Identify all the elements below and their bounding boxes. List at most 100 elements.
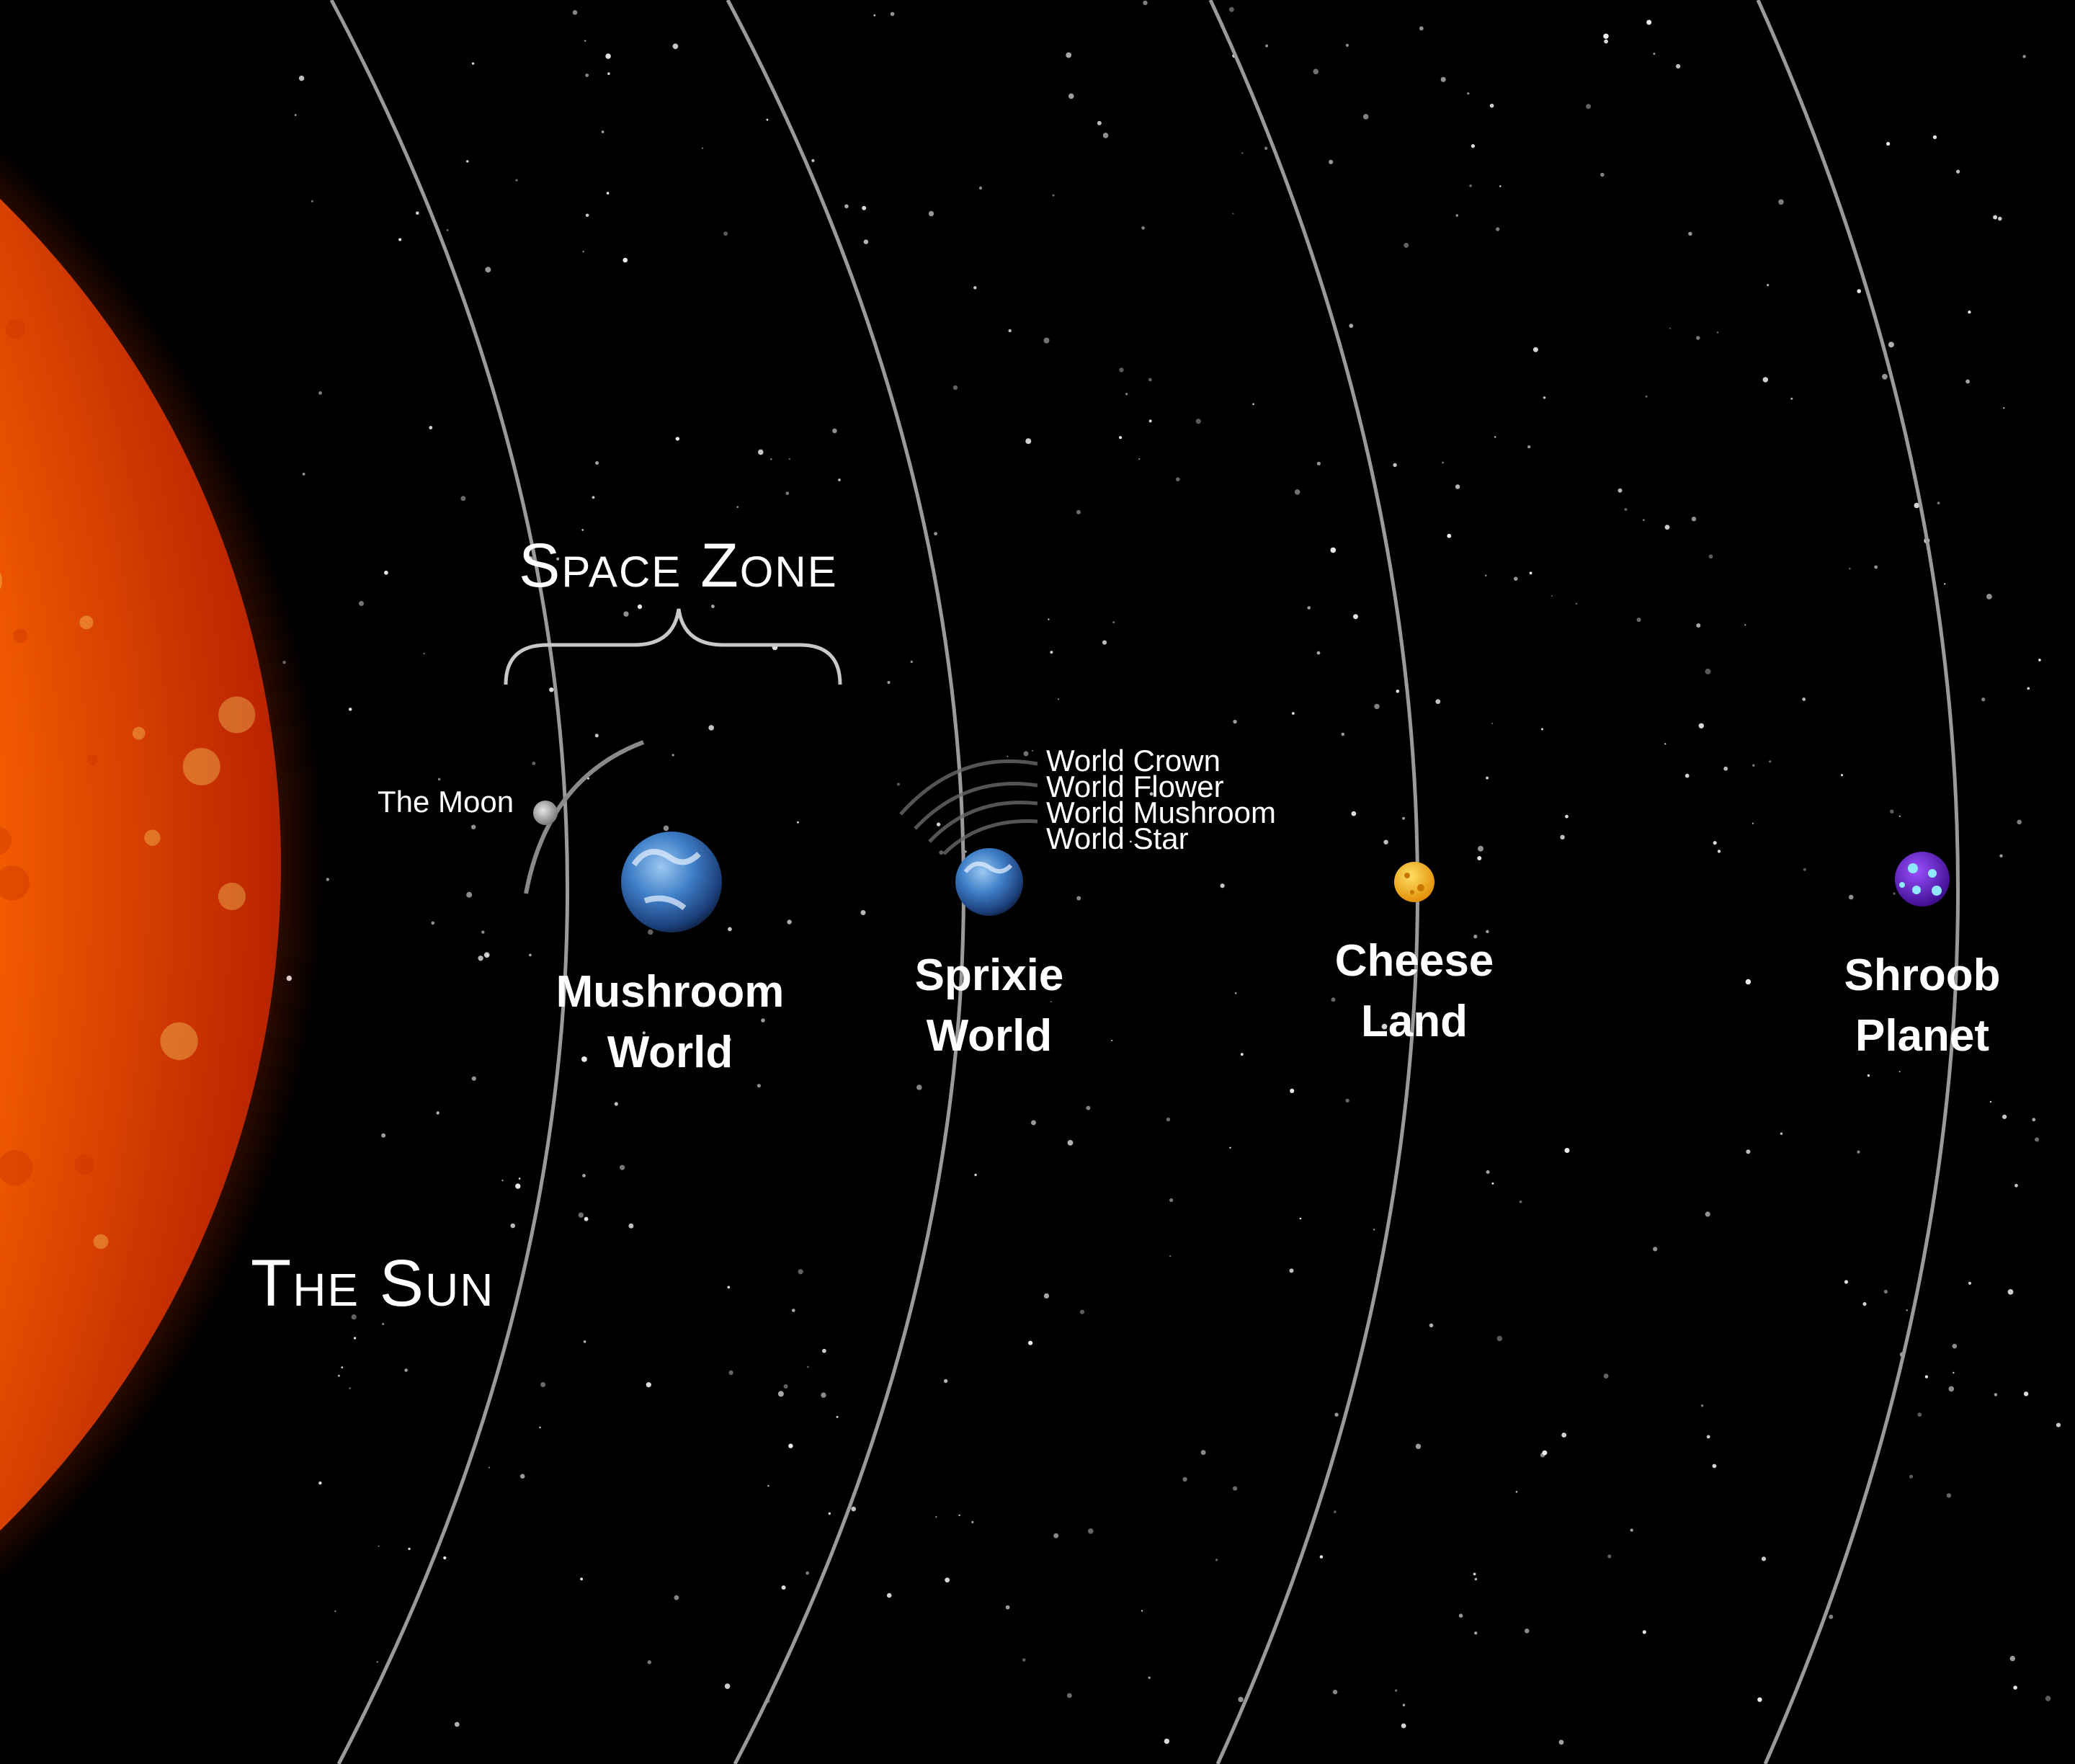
star [1238,1696,1244,1703]
star [1195,419,1201,424]
star [1058,698,1059,700]
star [1696,336,1700,340]
star [437,778,441,781]
star [1757,1697,1762,1702]
star [1050,651,1053,654]
star [671,754,674,757]
star [647,1660,651,1665]
star [580,1577,583,1581]
star [1148,1676,1151,1679]
star [1761,1556,1767,1562]
star [349,1387,352,1390]
star [1232,213,1234,215]
shroob-planet-icon [1895,852,1950,906]
star [1086,1105,1091,1110]
sun-texture-spot [144,829,161,846]
star [1473,1572,1476,1576]
star [1953,1371,1955,1374]
star [1043,337,1050,344]
star [1713,841,1717,845]
star [1617,488,1623,493]
star [1946,1493,1952,1498]
star [1790,397,1793,400]
star [637,604,643,610]
planet-label-sprixie-world: Sprixie World [914,950,1064,1061]
star [378,1545,380,1547]
star [1076,896,1081,901]
sun-texture-spot [5,319,26,339]
star [1664,525,1670,530]
signal-waves-icon [899,759,1038,855]
star [1525,1629,1530,1634]
star [1948,1386,1955,1392]
star [1700,1404,1704,1407]
star [518,1177,521,1180]
star [1968,310,1971,314]
sun-texture-spot [93,1234,109,1250]
planet-label-shroob-planet: Shroob Planet [1844,950,2001,1061]
space-zone-bracket [504,608,842,685]
star [384,570,388,575]
star [1031,749,1034,752]
star [672,43,679,50]
star [788,458,790,460]
star [708,725,714,731]
star [1353,614,1358,620]
star [646,1382,651,1388]
star [1067,1693,1072,1698]
sun-texture-spot [74,1154,95,1175]
star [863,239,869,244]
star [821,1392,826,1398]
star [1986,594,1992,600]
star [1705,1211,1710,1217]
world-list-item: World Star [1046,821,1189,855]
star [460,496,466,502]
sun-texture-spot [174,1051,184,1061]
star [1890,809,1894,814]
star [1529,571,1532,575]
star [1630,1528,1633,1532]
star [974,1173,977,1177]
star [478,956,483,961]
star [1898,815,1901,817]
star [585,74,589,77]
star [594,734,599,738]
star [1642,519,1645,522]
star [978,186,983,190]
star [1265,44,1269,48]
star [1028,1340,1033,1345]
star [1745,979,1752,985]
earth-planet-icon [955,848,1023,916]
star [1499,185,1501,187]
star [724,1683,731,1689]
star [601,130,604,133]
star [1290,1088,1295,1093]
star [2056,1422,2061,1427]
star [515,1183,521,1189]
star [398,238,402,241]
star [1264,146,1268,150]
star [334,1610,336,1613]
star [1330,547,1337,553]
star [592,496,595,499]
star [663,825,669,832]
star [1944,583,1946,585]
star [519,1474,525,1479]
star [723,231,728,236]
star [1023,751,1029,757]
star [1294,489,1300,495]
star [1575,602,1578,605]
star [1698,723,1704,729]
star [1883,1289,1888,1294]
star [934,532,937,535]
star [1241,152,1244,154]
star [1691,517,1697,522]
star [1849,567,1851,570]
star [416,211,419,215]
star [2032,1118,2036,1122]
star [1435,699,1441,704]
star [1515,1491,1518,1493]
star [1604,39,1609,44]
star [1373,1229,1375,1231]
star [1043,1293,1050,1298]
